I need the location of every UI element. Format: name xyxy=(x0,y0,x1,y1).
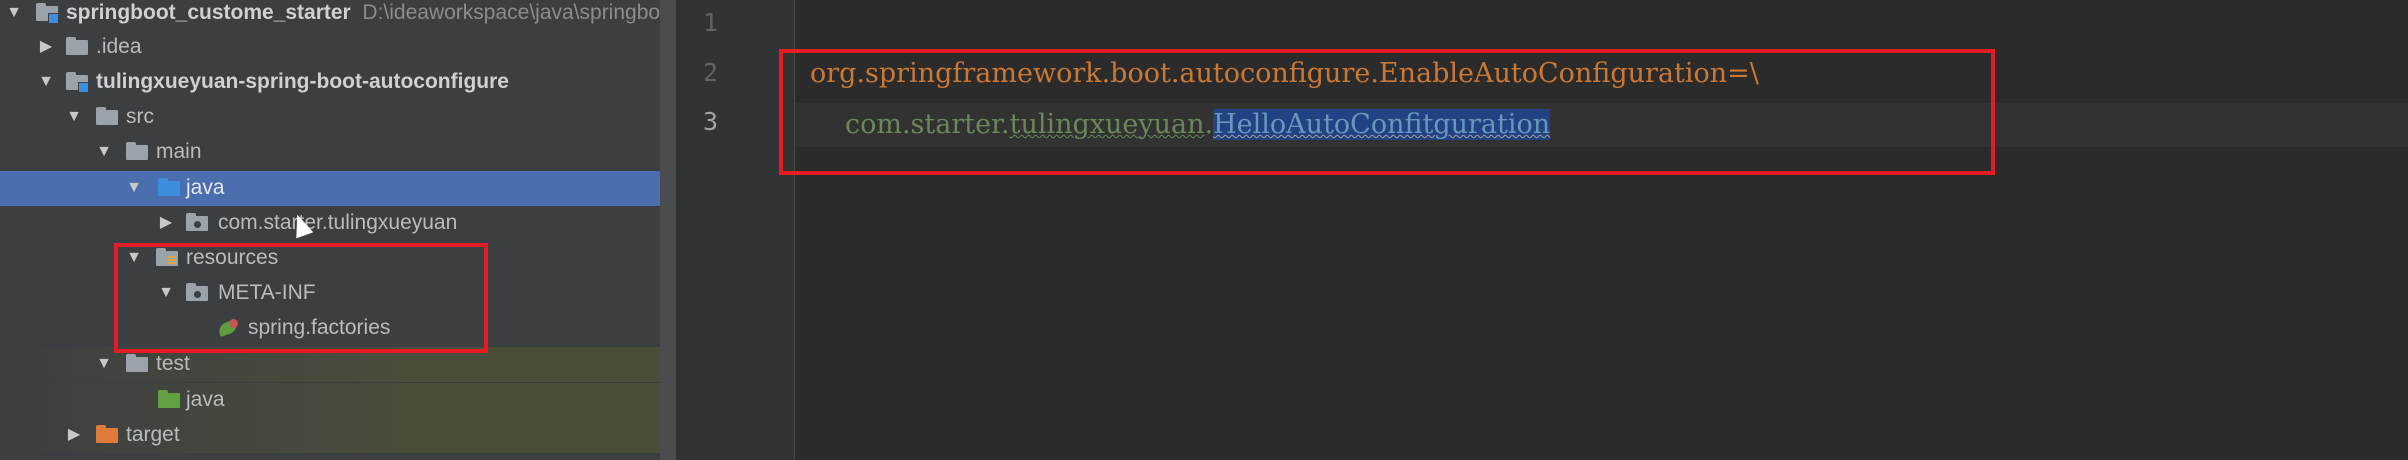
package-icon xyxy=(186,213,208,231)
chevron-right-icon[interactable]: ▶ xyxy=(64,424,84,446)
tree-row-autoconfigure-module[interactable]: ▼ tulingxueyuan-spring-boot-autoconfigur… xyxy=(0,65,660,100)
folder-icon xyxy=(126,354,148,372)
chevron-down-icon[interactable]: ▼ xyxy=(94,353,114,375)
project-path: D:\ideaworkspace\java\springbo xyxy=(362,1,660,24)
source-folder-icon xyxy=(158,178,180,196)
tree-item-label: java xyxy=(186,176,225,199)
tree-item-label: springboot_custome_starter D:\ideaworksp… xyxy=(66,2,660,24)
chevron-right-icon[interactable]: ▶ xyxy=(156,212,176,234)
project-name: springboot_custome_starter xyxy=(66,1,351,24)
tree-item-label: com.starter.tulingxueyuan xyxy=(218,211,458,234)
excluded-folder-icon xyxy=(96,425,118,443)
tree-row-src[interactable]: ▼ src xyxy=(0,100,660,135)
tree-row-java-source-selected[interactable]: ▼ java xyxy=(0,171,660,206)
folder-icon xyxy=(126,142,148,160)
line-number: 2 xyxy=(702,58,718,87)
line-number: 1 xyxy=(702,8,718,37)
folder-icon xyxy=(96,107,118,125)
test-folder-icon xyxy=(158,390,180,408)
tree-item-label: test xyxy=(156,352,190,375)
chevron-down-icon[interactable]: ▼ xyxy=(4,2,24,24)
tree-item-label: .idea xyxy=(96,35,142,58)
tree-row-java-test[interactable]: java xyxy=(0,383,660,418)
tree-item-label: java xyxy=(186,388,225,411)
chevron-down-icon[interactable]: ▼ xyxy=(64,106,84,128)
tree-scrollbar[interactable] xyxy=(660,0,676,460)
module-folder-icon xyxy=(36,3,59,24)
project-tree[interactable]: ▼ springboot_custome_starter D:\ideawork… xyxy=(0,0,660,460)
tree-row-target[interactable]: ▶ target xyxy=(0,418,660,453)
tree-item-label: src xyxy=(126,105,154,128)
tree-item-label: main xyxy=(156,140,202,163)
line-number: 3 xyxy=(702,107,718,136)
tree-item-label: tulingxueyuan-spring-boot-autoconfigure xyxy=(96,70,509,93)
folder-icon xyxy=(66,37,88,55)
chevron-down-icon[interactable]: ▼ xyxy=(36,71,56,93)
annotation-box-resources xyxy=(114,243,488,353)
tree-row-main[interactable]: ▼ main xyxy=(0,135,660,170)
annotation-box-code xyxy=(779,49,1995,175)
tree-row-project-root[interactable]: ▼ springboot_custome_starter D:\ideawork… xyxy=(0,0,660,31)
module-folder-icon xyxy=(66,72,89,93)
tree-row-package[interactable]: ▶ com.starter.tulingxueyuan xyxy=(0,206,660,241)
chevron-down-icon[interactable]: ▼ xyxy=(94,141,114,163)
tree-item-label: target xyxy=(126,423,180,446)
chevron-right-icon[interactable]: ▶ xyxy=(36,36,56,58)
tree-row-idea[interactable]: ▶ .idea xyxy=(0,30,660,65)
chevron-down-icon[interactable]: ▼ xyxy=(124,177,144,199)
